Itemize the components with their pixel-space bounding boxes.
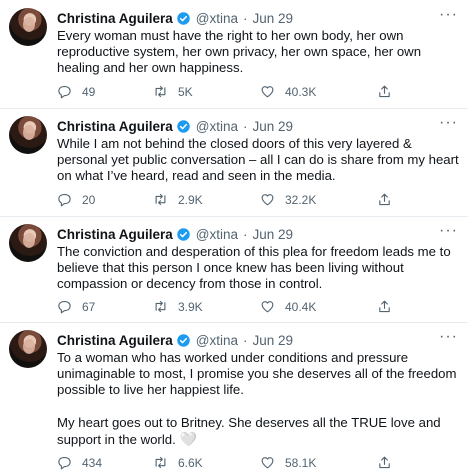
tweet[interactable]: Christina Aguilera @xtina · Jun 29 ··· W…	[0, 108, 468, 217]
avatar[interactable]	[9, 224, 47, 262]
tweet-text: To a woman who has worked under conditio…	[57, 350, 462, 448]
retweet-count: 2.9K	[178, 192, 203, 207]
share-icon	[379, 456, 390, 469]
reply-button[interactable]: 49	[57, 84, 95, 99]
tweet-date[interactable]: Jun 29	[253, 11, 294, 26]
more-options-icon[interactable]: ···	[439, 6, 458, 24]
like-button[interactable]: 40.3K	[260, 84, 316, 99]
tweet-header: Christina Aguilera @xtina · Jun 29	[57, 117, 293, 135]
author-handle[interactable]: @xtina	[196, 119, 238, 134]
tweet-date[interactable]: Jun 29	[253, 227, 294, 242]
tweet-text: Every woman must have the right to her o…	[57, 28, 462, 77]
tweet-header: Christina Aguilera @xtina · Jun 29	[57, 225, 293, 243]
tweet-text: While I am not behind the closed doors o…	[57, 136, 462, 185]
share-button[interactable]	[377, 299, 392, 314]
retweet-icon	[155, 300, 166, 313]
separator-dot: ·	[243, 332, 248, 348]
retweet-button[interactable]: 3.9K	[153, 299, 203, 314]
reply-icon	[58, 456, 71, 470]
tweet[interactable]: Christina Aguilera @xtina · Jun 29 ··· T…	[0, 216, 468, 323]
like-count: 32.2K	[285, 192, 317, 207]
tweet-header: Christina Aguilera @xtina · Jun 29	[57, 331, 293, 349]
more-options-icon[interactable]: ···	[439, 114, 458, 132]
author-handle[interactable]: @xtina	[196, 227, 238, 242]
author-handle[interactable]: @xtina	[196, 11, 238, 26]
retweet-count: 6.6K	[178, 455, 203, 470]
author-name[interactable]: Christina Aguilera	[57, 11, 173, 26]
tweet[interactable]: Christina Aguilera @xtina · Jun 29 ··· T…	[0, 322, 468, 476]
tweet-header: Christina Aguilera @xtina · Jun 29	[57, 9, 293, 27]
share-button[interactable]	[377, 192, 392, 207]
author-name[interactable]: Christina Aguilera	[57, 333, 173, 348]
author-handle[interactable]: @xtina	[196, 333, 238, 348]
tweet-date[interactable]: Jun 29	[253, 333, 294, 348]
reply-count: 67	[82, 299, 96, 314]
like-icon	[261, 457, 274, 469]
tweet[interactable]: Christina Aguilera @xtina · Jun 29 ··· E…	[0, 0, 468, 109]
reply-icon	[58, 300, 71, 314]
verified-badge-icon	[177, 333, 190, 347]
share-icon	[379, 300, 390, 313]
share-button[interactable]	[377, 455, 392, 470]
retweet-button[interactable]: 6.6K	[153, 455, 203, 470]
reply-count: 49	[82, 84, 96, 99]
retweet-button[interactable]: 2.9K	[153, 192, 203, 207]
more-options-icon[interactable]: ···	[439, 328, 458, 346]
more-options-icon[interactable]: ···	[439, 222, 458, 240]
tweet-paragraph: To a woman who has worked under conditio…	[57, 350, 457, 398]
retweet-icon	[155, 193, 166, 206]
tweet-paragraph: Every woman must have the right to her o…	[57, 28, 422, 76]
separator-dot: ·	[243, 10, 248, 26]
tweet-date[interactable]: Jun 29	[253, 119, 294, 134]
share-icon	[379, 193, 390, 206]
tweet-actions: 49 5K 40.3K	[57, 84, 397, 102]
reply-count: 434	[82, 455, 103, 470]
like-button[interactable]: 40.4K	[260, 299, 316, 314]
tweet-text: The conviction and desperation of this p…	[57, 244, 462, 293]
reply-icon	[58, 193, 71, 207]
verified-badge-icon	[177, 119, 190, 133]
tweet-paragraph: My heart goes out to Britney. She deserv…	[57, 415, 462, 448]
share-icon	[379, 85, 390, 98]
like-count: 40.4K	[285, 299, 317, 314]
separator-dot: ·	[243, 226, 248, 242]
verified-badge-icon	[177, 11, 190, 25]
reply-button[interactable]: 67	[57, 299, 95, 314]
tweet-feed: Christina Aguilera @xtina · Jun 29 ··· E…	[0, 0, 468, 476]
reply-count: 20	[82, 192, 96, 207]
like-button[interactable]: 32.2K	[260, 192, 316, 207]
separator-dot: ·	[243, 118, 248, 134]
tweet-actions: 434 6.6K 58.1K	[57, 455, 397, 473]
author-name[interactable]: Christina Aguilera	[57, 119, 173, 134]
like-icon	[261, 301, 274, 313]
like-button[interactable]: 58.1K	[260, 455, 316, 470]
retweet-count: 3.9K	[178, 299, 203, 314]
reply-icon	[58, 85, 71, 99]
author-name[interactable]: Christina Aguilera	[57, 227, 173, 242]
tweet-actions: 67 3.9K 40.4K	[57, 299, 397, 317]
reply-button[interactable]: 434	[57, 455, 102, 470]
retweet-button[interactable]: 5K	[153, 84, 193, 99]
retweet-icon	[155, 456, 166, 469]
like-icon	[261, 194, 274, 206]
share-button[interactable]	[377, 84, 392, 99]
white-heart-emoji: 🤍	[179, 430, 197, 447]
tweet-paragraph: While I am not behind the closed doors o…	[57, 136, 459, 184]
like-icon	[261, 86, 274, 98]
like-count: 40.3K	[285, 84, 317, 99]
avatar[interactable]	[9, 8, 47, 46]
tweet-paragraph: The conviction and desperation of this p…	[57, 244, 451, 292]
tweet-paragraph-text: My heart goes out to Britney. She deserv…	[57, 414, 441, 447]
tweet-actions: 20 2.9K 32.2K	[57, 192, 397, 210]
like-count: 58.1K	[285, 455, 317, 470]
retweet-count: 5K	[178, 84, 193, 99]
verified-badge-icon	[177, 227, 190, 241]
avatar[interactable]	[9, 116, 47, 154]
retweet-icon	[155, 85, 166, 98]
reply-button[interactable]: 20	[57, 192, 95, 207]
avatar[interactable]	[9, 330, 47, 368]
